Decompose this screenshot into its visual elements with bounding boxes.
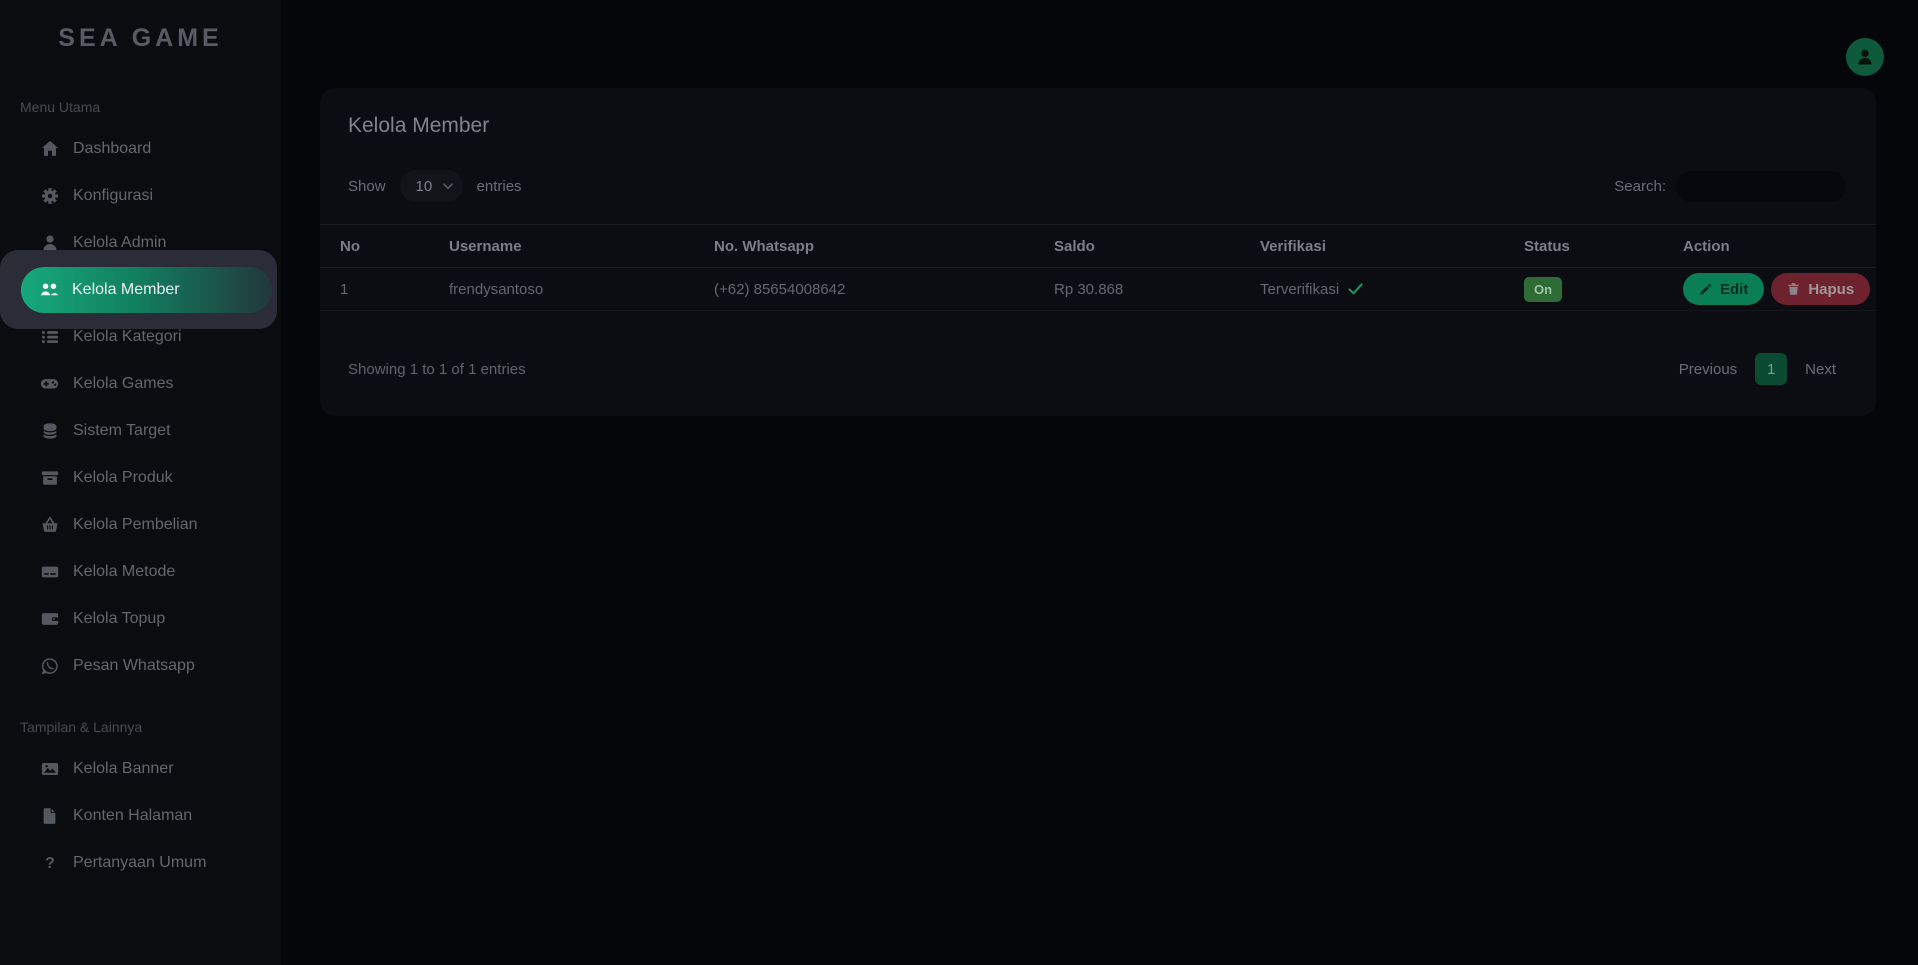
verifikasi-text: Terverifikasi [1260,280,1340,298]
kelola-member-card: Kelola Member Show 10 entries Search: No… [320,88,1876,416]
sidebar-item-dashboard[interactable]: Dashboard [0,125,281,172]
column-header-username[interactable]: Username [449,224,714,268]
entries-select-value: 10 [415,177,433,195]
sidebar-item-label: Kelola Games [73,374,174,392]
sidebar-item-label: Kelola Metode [73,562,176,580]
hapus-button-label: Hapus [1808,280,1855,298]
table-controls: Show 10 entries Search: [320,170,1876,202]
table-row: 1 frendysantoso (+62) 85654008642 Rp 30.… [320,267,1876,311]
sidebar-item-label: Kelola Produk [73,468,173,486]
sidebar-item-kelola-games[interactable]: Kelola Games [0,360,281,407]
question-icon: ? [40,853,59,872]
trash-icon [1787,282,1800,296]
status-badge: On [1524,276,1563,302]
sidebar-item-label: Sistem Target [73,421,171,439]
sidebar-item-label: Pesan Whatsapp [73,656,195,674]
sidebar-item-label: Kelola Member [72,280,180,298]
file-icon [40,806,59,825]
image-icon [40,759,59,778]
sidebar-item-pertanyaan-umum[interactable]: ? Pertanyaan Umum [0,839,281,886]
database-icon [40,421,59,440]
sidebar-item-konten-halaman[interactable]: Konten Halaman [0,792,281,839]
current-page-button[interactable]: 1 [1755,353,1788,385]
cell-no: 1 [320,267,449,311]
page-title: Kelola Member [348,114,490,137]
column-header-verifikasi[interactable]: Verifikasi [1260,224,1524,268]
sidebar-menu: Dashboard Konfigurasi Kelola Admin Kelol… [0,125,281,689]
sidebar-item-sistem-target[interactable]: Sistem Target [0,407,281,454]
entries-label: entries [476,177,522,195]
whatsapp-icon [40,656,59,675]
wallet-icon [40,609,59,628]
entries-select[interactable]: 10 [399,170,463,202]
sidebar-item-label: Kelola Topup [73,609,166,627]
sidebar-item-label: Kelola Pembelian [73,515,198,533]
show-label: Show [348,177,386,195]
sidebar-item-kelola-pembelian[interactable]: Kelola Pembelian [0,501,281,548]
column-header-action[interactable]: Action [1683,224,1876,268]
search-input[interactable] [1676,170,1846,202]
gamepad-icon [40,374,59,393]
sidebar-item-konfigurasi[interactable]: Konfigurasi [0,172,281,219]
list-icon [40,327,59,346]
cell-action: Edit Hapus [1683,267,1876,311]
sidebar-section-tampilan: Tampilan & Lainnya [20,719,143,735]
box-icon [40,468,59,487]
members-table: No Username No. Whatsapp Saldo Verifikas… [320,224,1876,311]
active-menu-pill: Kelola Member [21,266,272,313]
edit-button[interactable]: Edit [1683,273,1765,305]
check-icon [1348,283,1363,295]
column-header-no[interactable]: No [320,224,449,268]
profile-avatar-button[interactable] [1846,38,1884,76]
cell-saldo: Rp 30.868 [1054,267,1260,311]
sidebar-item-kelola-metode[interactable]: Kelola Metode [0,548,281,595]
table-footer: Showing 1 to 1 of 1 entries Previous 1 N… [320,353,1876,385]
cell-verifikasi: Terverifikasi [1260,267,1524,311]
home-icon [40,139,59,158]
cell-status: On [1524,267,1683,311]
sidebar-item-kelola-produk[interactable]: Kelola Produk [0,454,281,501]
user-avatar-icon [1855,47,1875,67]
sidebar-section-menu-utama: Menu Utama [20,99,101,115]
hapus-button[interactable]: Hapus [1771,273,1871,305]
svg-text:?: ? [45,855,55,872]
app-logo: SEA GAME [58,24,223,52]
users-icon [40,280,59,299]
sidebar-item-pesan-whatsapp[interactable]: Pesan Whatsapp [0,642,281,689]
column-header-saldo[interactable]: Saldo [1054,224,1260,268]
gear-icon [40,186,59,205]
next-page-button[interactable]: Next [1805,361,1836,378]
sidebar-item-label: Kelola Admin [73,233,167,251]
table-header-row: No Username No. Whatsapp Saldo Verifikas… [320,224,1876,268]
sidebar-menu-secondary: Kelola Banner Konten Halaman ? Pertanyaa… [0,745,281,886]
cell-username: frendysantoso [449,267,714,311]
cell-whatsapp: (+62) 85654008642 [714,267,1054,311]
sidebar-item-label: Dashboard [73,139,152,157]
previous-page-button[interactable]: Previous [1679,361,1737,378]
sidebar-item-label: Konfigurasi [73,186,154,204]
sidebar-item-label: Kelola Banner [73,759,174,777]
pagination: Previous 1 Next [1679,353,1836,385]
pencil-icon [1699,283,1712,296]
edit-button-label: Edit [1720,280,1749,298]
sidebar-item-kelola-topup[interactable]: Kelola Topup [0,595,281,642]
column-header-status[interactable]: Status [1524,224,1683,268]
sidebar-item-label: Pertanyaan Umum [73,853,207,871]
chevron-down-icon [442,182,453,190]
search-label: Search: [1614,177,1666,195]
sidebar-item-kelola-member[interactable]: Kelola Member [0,250,281,329]
column-header-whatsapp[interactable]: No. Whatsapp [714,224,1054,268]
credit-card-icon [40,562,59,581]
sidebar: SEA GAME Menu Utama Dashboard Konfiguras… [0,0,281,965]
showing-entries-info: Showing 1 to 1 of 1 entries [348,360,526,378]
page: SEA GAME Menu Utama Dashboard Konfiguras… [0,0,1918,965]
sidebar-item-kelola-banner[interactable]: Kelola Banner [0,745,281,792]
sidebar-item-label: Konten Halaman [73,806,193,824]
basket-icon [40,515,59,534]
sidebar-item-label: Kelola Kategori [73,327,182,345]
